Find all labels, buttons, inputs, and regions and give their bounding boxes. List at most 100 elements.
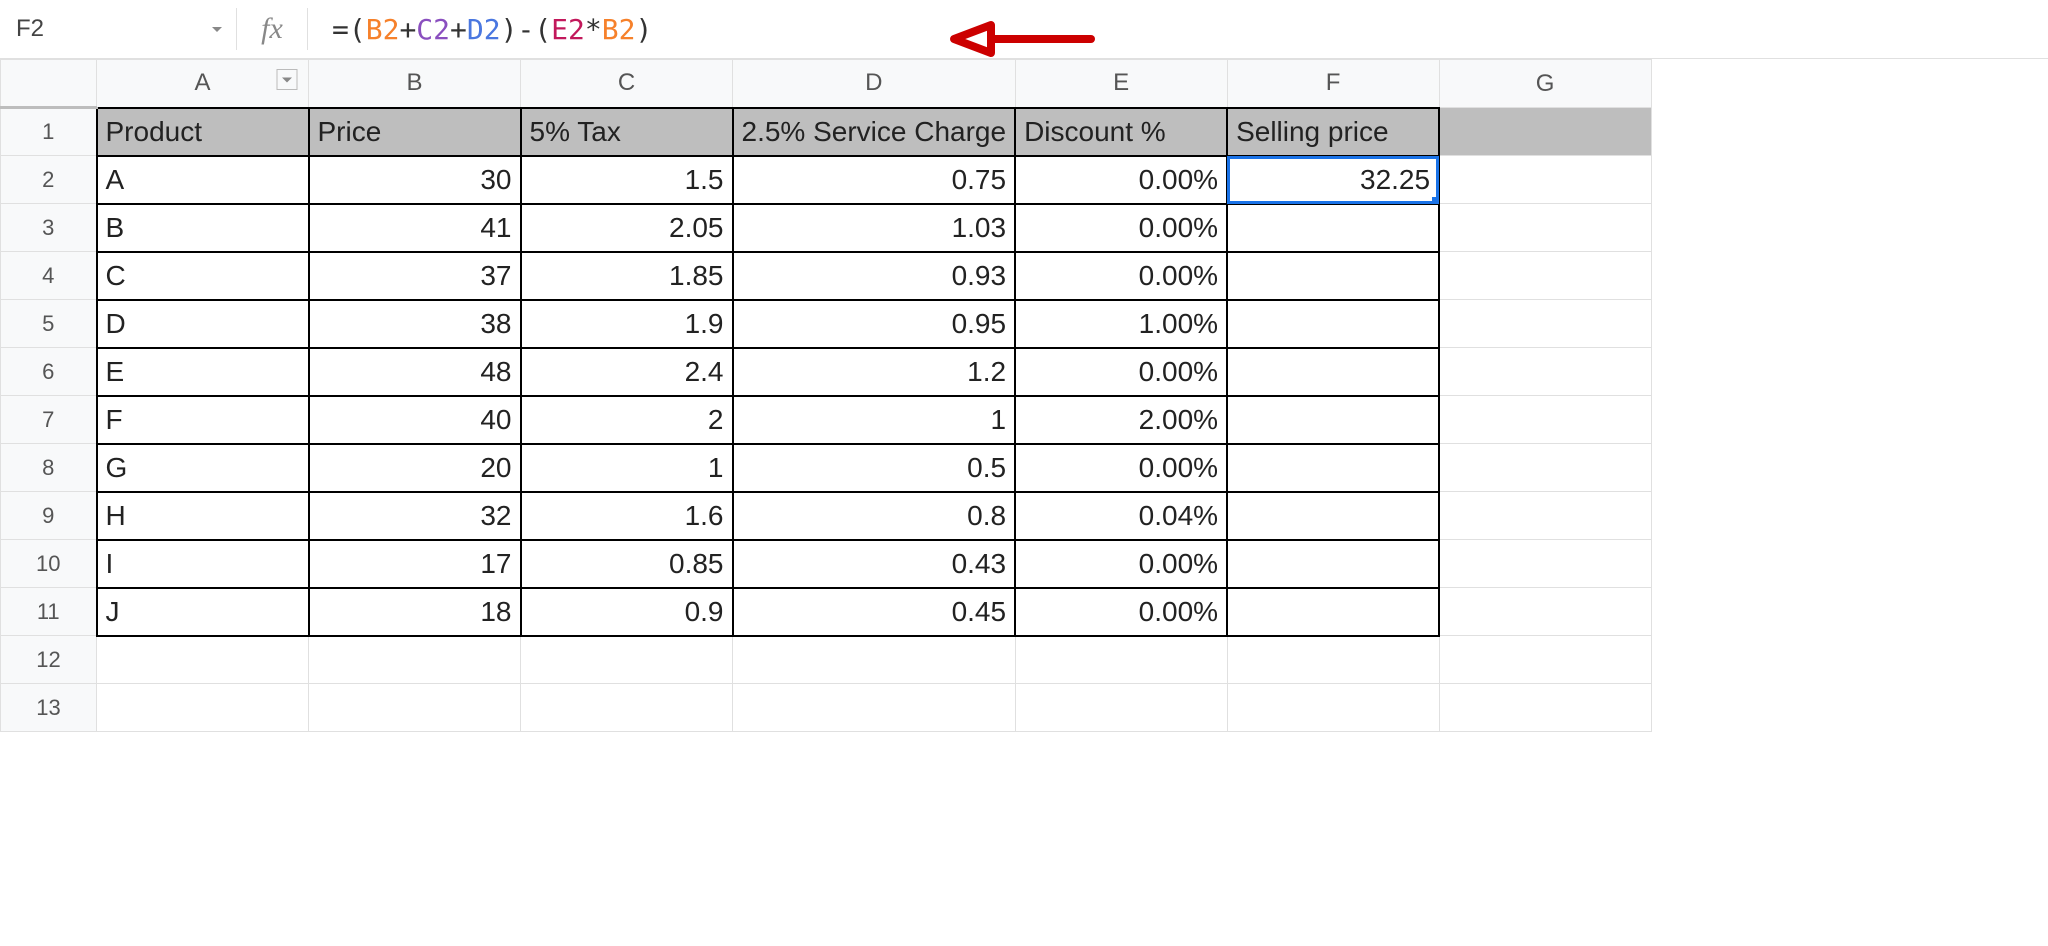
cell-F4[interactable]: [1227, 252, 1439, 300]
cell-G3[interactable]: [1439, 204, 1651, 252]
cell-B7[interactable]: 40: [309, 396, 521, 444]
cell-B13[interactable]: [309, 684, 521, 732]
cell-F3[interactable]: [1227, 204, 1439, 252]
cell-G8[interactable]: [1439, 444, 1651, 492]
cell-D4[interactable]: 0.93: [733, 252, 1016, 300]
cell-D3[interactable]: 1.03: [733, 204, 1016, 252]
cell-E2[interactable]: 0.00%: [1015, 156, 1227, 204]
cell-D13[interactable]: [733, 684, 1016, 732]
cell-G12[interactable]: [1439, 636, 1651, 684]
row-header-10[interactable]: 10: [1, 540, 97, 588]
cell-C5[interactable]: 1.9: [521, 300, 733, 348]
cell-E13[interactable]: [1015, 684, 1227, 732]
cell-F7[interactable]: [1227, 396, 1439, 444]
cell-G10[interactable]: [1439, 540, 1651, 588]
row-header-3[interactable]: 3: [1, 204, 97, 252]
column-header-E[interactable]: E: [1015, 60, 1227, 108]
cell-C3[interactable]: 2.05: [521, 204, 733, 252]
row-header-8[interactable]: 8: [1, 444, 97, 492]
cell-D1[interactable]: 2.5% Service Charge: [733, 108, 1016, 156]
cell-C11[interactable]: 0.9: [521, 588, 733, 636]
column-dropdown-icon[interactable]: [276, 69, 298, 98]
cell-B6[interactable]: 48: [309, 348, 521, 396]
cell-A11[interactable]: J: [97, 588, 309, 636]
cell-B8[interactable]: 20: [309, 444, 521, 492]
cell-G9[interactable]: [1439, 492, 1651, 540]
cell-A1[interactable]: Product: [97, 108, 309, 156]
cell-D2[interactable]: 0.75: [733, 156, 1016, 204]
cell-A7[interactable]: F: [97, 396, 309, 444]
cell-C9[interactable]: 1.6: [521, 492, 733, 540]
cell-G7[interactable]: [1439, 396, 1651, 444]
formula-input[interactable]: =(B2+C2+D2)-(E2*B2): [308, 13, 2048, 46]
row-header-11[interactable]: 11: [1, 588, 97, 636]
cell-C8[interactable]: 1: [521, 444, 733, 492]
cell-F6[interactable]: [1227, 348, 1439, 396]
row-header-6[interactable]: 6: [1, 348, 97, 396]
row-header-12[interactable]: 12: [1, 636, 97, 684]
cell-A2[interactable]: A: [97, 156, 309, 204]
cell-F5[interactable]: [1227, 300, 1439, 348]
cell-G5[interactable]: [1439, 300, 1651, 348]
column-header-C[interactable]: C: [521, 60, 733, 108]
cell-D5[interactable]: 0.95: [733, 300, 1016, 348]
row-header-9[interactable]: 9: [1, 492, 97, 540]
cell-C10[interactable]: 0.85: [521, 540, 733, 588]
cell-G11[interactable]: [1439, 588, 1651, 636]
cell-E1[interactable]: Discount %: [1015, 108, 1227, 156]
cell-D11[interactable]: 0.45: [733, 588, 1016, 636]
cell-F13[interactable]: [1227, 684, 1439, 732]
cell-E9[interactable]: 0.04%: [1015, 492, 1227, 540]
cell-A5[interactable]: D: [97, 300, 309, 348]
cell-A9[interactable]: H: [97, 492, 309, 540]
cell-D7[interactable]: 1: [733, 396, 1016, 444]
cell-A12[interactable]: [97, 636, 309, 684]
cell-A10[interactable]: I: [97, 540, 309, 588]
cell-F2[interactable]: 32.25: [1227, 156, 1439, 204]
cell-C12[interactable]: [521, 636, 733, 684]
cell-A3[interactable]: B: [97, 204, 309, 252]
cell-C4[interactable]: 1.85: [521, 252, 733, 300]
cell-E8[interactable]: 0.00%: [1015, 444, 1227, 492]
cell-B9[interactable]: 32: [309, 492, 521, 540]
fill-handle[interactable]: [1432, 197, 1439, 204]
cell-G1[interactable]: [1439, 108, 1651, 156]
column-header-G[interactable]: G: [1439, 60, 1651, 108]
row-header-5[interactable]: 5: [1, 300, 97, 348]
cell-E11[interactable]: 0.00%: [1015, 588, 1227, 636]
cell-E4[interactable]: 0.00%: [1015, 252, 1227, 300]
cell-E10[interactable]: 0.00%: [1015, 540, 1227, 588]
name-box-dropdown-icon[interactable]: [208, 20, 226, 38]
cell-G4[interactable]: [1439, 252, 1651, 300]
cell-A6[interactable]: E: [97, 348, 309, 396]
cell-G2[interactable]: [1439, 156, 1651, 204]
row-header-2[interactable]: 2: [1, 156, 97, 204]
cell-E12[interactable]: [1015, 636, 1227, 684]
cell-F11[interactable]: [1227, 588, 1439, 636]
cell-B1[interactable]: Price: [309, 108, 521, 156]
cell-A4[interactable]: C: [97, 252, 309, 300]
cell-C6[interactable]: 2.4: [521, 348, 733, 396]
cell-C1[interactable]: 5% Tax: [521, 108, 733, 156]
cell-D12[interactable]: [733, 636, 1016, 684]
cell-B5[interactable]: 38: [309, 300, 521, 348]
cell-E6[interactable]: 0.00%: [1015, 348, 1227, 396]
cell-F8[interactable]: [1227, 444, 1439, 492]
cell-A13[interactable]: [97, 684, 309, 732]
cell-C7[interactable]: 2: [521, 396, 733, 444]
cell-A8[interactable]: G: [97, 444, 309, 492]
row-header-7[interactable]: 7: [1, 396, 97, 444]
cell-B12[interactable]: [309, 636, 521, 684]
name-box[interactable]: F2: [0, 15, 236, 43]
row-header-1[interactable]: 1: [1, 108, 97, 156]
cell-F9[interactable]: [1227, 492, 1439, 540]
cell-D10[interactable]: 0.43: [733, 540, 1016, 588]
cell-B11[interactable]: 18: [309, 588, 521, 636]
column-header-B[interactable]: B: [309, 60, 521, 108]
cell-E7[interactable]: 2.00%: [1015, 396, 1227, 444]
cell-D6[interactable]: 1.2: [733, 348, 1016, 396]
column-header-F[interactable]: F: [1227, 60, 1439, 108]
cell-F12[interactable]: [1227, 636, 1439, 684]
column-header-D[interactable]: D: [733, 60, 1016, 108]
select-all-corner[interactable]: [1, 60, 97, 108]
